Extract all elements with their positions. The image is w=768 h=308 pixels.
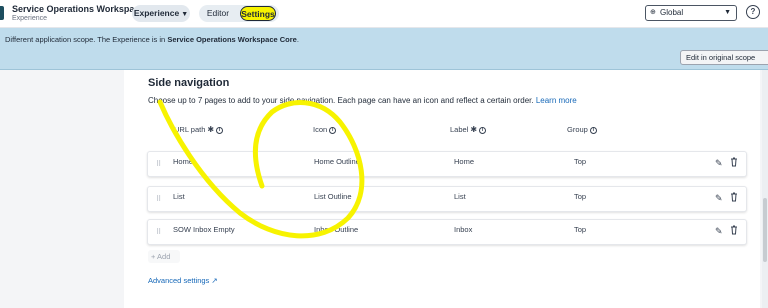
row-url-path: Home bbox=[173, 157, 194, 166]
experience-label: Experience bbox=[133, 8, 180, 18]
row-url-path: SOW Inbox Empty bbox=[173, 225, 235, 234]
help-icon[interactable]: ? bbox=[746, 5, 760, 19]
info-icon[interactable]: i bbox=[479, 126, 487, 134]
column-header-url-path: URL path ✱ i bbox=[174, 125, 224, 134]
drag-handle-icon[interactable]: ⠿ bbox=[156, 195, 161, 203]
edit-icon[interactable]: ✎ bbox=[715, 193, 723, 204]
row-url-path: List bbox=[173, 192, 185, 201]
row-label: Home bbox=[454, 157, 475, 166]
banner-text: Different application scope. The Experie… bbox=[5, 35, 299, 44]
top-bar: Service Operations Workspace Experience … bbox=[0, 0, 768, 28]
column-header-group: Group i bbox=[567, 125, 597, 134]
advanced-settings-link[interactable]: Advanced settings ↗ bbox=[148, 276, 218, 285]
app-title: Service Operations Workspace bbox=[12, 4, 145, 14]
row-group: Top bbox=[574, 157, 587, 166]
edit-icon[interactable]: ✎ bbox=[715, 158, 723, 169]
drag-handle-icon[interactable]: ⠿ bbox=[156, 160, 161, 168]
caret-down-icon: ▼ bbox=[181, 11, 189, 18]
url-path-label: URL path bbox=[174, 125, 206, 134]
nav-row[interactable]: ⠿ SOW Inbox Empty Inbox Outline Inbox To… bbox=[147, 219, 747, 245]
description-text: Choose up to 7 pages to add to your side… bbox=[148, 96, 534, 105]
row-icon: Home Outline bbox=[314, 157, 360, 166]
drag-handle-icon[interactable]: ⠿ bbox=[156, 228, 161, 236]
info-icon[interactable]: i bbox=[589, 126, 597, 134]
delete-icon[interactable] bbox=[730, 225, 738, 235]
info-icon[interactable]: i bbox=[329, 126, 337, 134]
group-label: Group bbox=[567, 125, 588, 134]
edit-icon[interactable]: ✎ bbox=[715, 226, 723, 237]
required-icon: ✱ bbox=[470, 125, 478, 134]
icon-label: Icon bbox=[313, 125, 328, 134]
advanced-settings-label: Advanced settings bbox=[148, 276, 210, 285]
app-logo bbox=[0, 6, 4, 20]
column-header-icon: Icon i bbox=[313, 125, 337, 134]
section-description: Choose up to 7 pages to add to your side… bbox=[148, 96, 577, 105]
experience-dropdown[interactable]: Experience ▼ bbox=[132, 5, 190, 22]
learn-more-link[interactable]: Learn more bbox=[536, 96, 577, 105]
nav-row[interactable]: ⠿ List List Outline List Top ✎ bbox=[147, 186, 747, 212]
globe-icon: ⊕ bbox=[650, 9, 656, 16]
required-icon: ✱ bbox=[207, 125, 215, 134]
scrollbar[interactable] bbox=[762, 70, 768, 308]
tab-editor[interactable]: Editor bbox=[203, 5, 233, 22]
app-subtitle: Experience bbox=[12, 15, 48, 22]
edit-in-original-scope-button[interactable]: Edit in original scope bbox=[680, 50, 768, 65]
info-icon[interactable]: i bbox=[216, 126, 224, 134]
external-link-icon: ↗ bbox=[211, 276, 218, 285]
row-label: List bbox=[454, 192, 466, 201]
delete-icon[interactable] bbox=[730, 157, 738, 167]
column-header-label: Label ✱ i bbox=[450, 125, 487, 134]
add-button[interactable]: + Add bbox=[148, 250, 180, 263]
section-title: Side navigation bbox=[148, 77, 230, 89]
row-label: Inbox bbox=[454, 225, 473, 234]
row-icon: Inbox Outline bbox=[314, 225, 359, 234]
row-group: Top bbox=[574, 192, 587, 201]
scope-value: Global bbox=[660, 8, 684, 17]
label-label: Label bbox=[450, 125, 469, 134]
row-icon: List Outline bbox=[314, 192, 352, 201]
nav-row[interactable]: ⠿ Home Home Outline Home Top ✎ bbox=[147, 151, 747, 177]
scope-select[interactable]: ⊕ Global ▼ bbox=[645, 5, 737, 21]
caret-down-icon: ▼ bbox=[724, 9, 731, 16]
tab-settings[interactable]: Settings bbox=[240, 6, 276, 21]
scrollbar-thumb[interactable] bbox=[763, 198, 767, 262]
row-group: Top bbox=[574, 225, 587, 234]
banner-text-scope: Service Operations Workspace Core bbox=[167, 35, 297, 44]
scope-banner: Different application scope. The Experie… bbox=[0, 28, 768, 70]
delete-icon[interactable] bbox=[730, 192, 738, 202]
banner-text-plain: Different application scope. The Experie… bbox=[5, 35, 168, 44]
banner-text-end: . bbox=[296, 35, 299, 44]
